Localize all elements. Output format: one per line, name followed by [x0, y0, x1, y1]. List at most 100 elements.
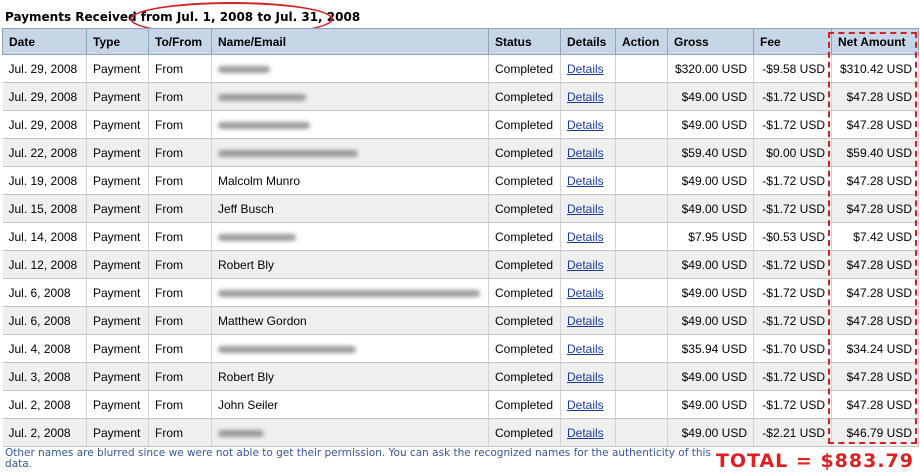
cell-gross: $35.94 USD: [667, 334, 754, 363]
cell-type: Payment: [86, 250, 149, 279]
cell-details[interactable]: Details: [560, 278, 616, 307]
cell-tofrom: From: [148, 82, 212, 111]
cell-tofrom: From: [148, 166, 212, 195]
cell-name-email: [211, 54, 489, 83]
table-row[interactable]: Jul. 19, 2008 Payment From Malcolm Munro Com…: [2, 166, 919, 195]
blurred-name: [218, 429, 264, 437]
table-row[interactable]: Jul. 2, 2008 Payment From Completed Details $…: [2, 418, 919, 447]
table-row[interactable]: Jul. 29, 2008 Payment From Completed Details…: [2, 82, 919, 111]
cell-status: Completed: [488, 138, 561, 167]
table-row[interactable]: Jul. 29, 2008 Payment From Completed Details…: [2, 110, 919, 139]
cell-type: Payment: [86, 194, 149, 223]
col-header-fee[interactable]: Fee: [753, 28, 832, 55]
cell-status: Completed: [488, 166, 561, 195]
details-link[interactable]: Details: [567, 230, 604, 244]
col-header-net-amount[interactable]: Net Amount: [831, 28, 919, 55]
cell-date: Jul. 29, 2008: [2, 54, 87, 83]
details-link[interactable]: Details: [567, 398, 604, 412]
cell-name-email: Jeff Busch: [211, 194, 489, 223]
cell-details[interactable]: Details: [560, 222, 616, 251]
cell-details[interactable]: Details: [560, 418, 616, 447]
details-link[interactable]: Details: [567, 258, 604, 272]
report-title-bar: Payments Received from Jul. 1, 2008 to J…: [0, 0, 920, 36]
cell-name-email: John Seiler: [211, 390, 489, 419]
table-row[interactable]: Jul. 6, 2008 Payment From Completed Details $…: [2, 278, 919, 307]
cell-status: Completed: [488, 306, 561, 335]
col-header-status[interactable]: Status: [488, 28, 561, 55]
table-row[interactable]: Jul. 2, 2008 Payment From John Seiler Comple…: [2, 390, 919, 419]
details-link[interactable]: Details: [567, 146, 604, 160]
cell-details[interactable]: Details: [560, 334, 616, 363]
cell-details[interactable]: Details: [560, 306, 616, 335]
date-range: Jul. 1, 2008 to Jul. 31, 2008: [176, 10, 361, 24]
cell-date: Jul. 6, 2008: [2, 278, 87, 307]
table-row[interactable]: Jul. 22, 2008 Payment From Completed Details…: [2, 138, 919, 167]
details-link[interactable]: Details: [567, 62, 604, 76]
cell-details[interactable]: Details: [560, 166, 616, 195]
cell-name-email: [211, 222, 489, 251]
details-link[interactable]: Details: [567, 202, 604, 216]
cell-status: Completed: [488, 222, 561, 251]
cell-name-email: [211, 278, 489, 307]
cell-date: Jul. 22, 2008: [2, 138, 87, 167]
cell-gross: $49.00 USD: [667, 82, 754, 111]
table-row[interactable]: Jul. 4, 2008 Payment From Completed Details $…: [2, 334, 919, 363]
cell-details[interactable]: Details: [560, 54, 616, 83]
cell-details[interactable]: Details: [560, 110, 616, 139]
cell-details[interactable]: Details: [560, 194, 616, 223]
cell-gross: $320.00 USD: [667, 54, 754, 83]
cell-tofrom: From: [148, 194, 212, 223]
table-row[interactable]: Jul. 6, 2008 Payment From Matthew Gordon Com…: [2, 306, 919, 335]
col-header-name-email[interactable]: Name/Email: [211, 28, 489, 55]
cell-tofrom: From: [148, 250, 212, 279]
cell-details[interactable]: Details: [560, 362, 616, 391]
cell-type: Payment: [86, 390, 149, 419]
details-link[interactable]: Details: [567, 286, 604, 300]
details-link[interactable]: Details: [567, 174, 604, 188]
cell-tofrom: From: [148, 362, 212, 391]
cell-type: Payment: [86, 166, 149, 195]
table-row[interactable]: Jul. 15, 2008 Payment From Jeff Busch Comple…: [2, 194, 919, 223]
cell-type: Payment: [86, 222, 149, 251]
cell-status: Completed: [488, 334, 561, 363]
cell-details[interactable]: Details: [560, 390, 616, 419]
cell-details[interactable]: Details: [560, 250, 616, 279]
cell-details[interactable]: Details: [560, 138, 616, 167]
details-link[interactable]: Details: [567, 342, 604, 356]
cell-net-amount: $7.42 USD: [831, 222, 919, 251]
details-link[interactable]: Details: [567, 370, 604, 384]
cell-fee: -$1.72 USD: [753, 390, 832, 419]
col-header-action: Action: [615, 28, 668, 55]
cell-status: Completed: [488, 82, 561, 111]
details-link[interactable]: Details: [567, 426, 604, 440]
total-amount: TOTAL = $883.79: [716, 450, 914, 472]
table-row[interactable]: Jul. 14, 2008 Payment From Completed Details…: [2, 222, 919, 251]
table-row[interactable]: Jul. 3, 2008 Payment From Robert Bly Complet…: [2, 362, 919, 391]
cell-details[interactable]: Details: [560, 82, 616, 111]
cell-name-email: Robert Bly: [211, 362, 489, 391]
cell-action: [615, 82, 668, 111]
col-header-tofrom[interactable]: To/From: [148, 28, 212, 55]
cell-action: [615, 390, 668, 419]
cell-gross: $49.00 USD: [667, 306, 754, 335]
cell-tofrom: From: [148, 54, 212, 83]
cell-action: [615, 362, 668, 391]
cell-gross: $59.40 USD: [667, 138, 754, 167]
table-row[interactable]: Jul. 12, 2008 Payment From Robert Bly Comple…: [2, 250, 919, 279]
col-header-type[interactable]: Type: [86, 28, 149, 55]
cell-status: Completed: [488, 110, 561, 139]
cell-date: Jul. 12, 2008: [2, 250, 87, 279]
details-link[interactable]: Details: [567, 90, 604, 104]
details-link[interactable]: Details: [567, 118, 604, 132]
col-header-gross[interactable]: Gross: [667, 28, 754, 55]
cell-action: [615, 250, 668, 279]
cell-net-amount: $47.28 USD: [831, 250, 919, 279]
cell-gross: $49.00 USD: [667, 110, 754, 139]
col-header-date[interactable]: Date: [2, 28, 87, 55]
cell-type: Payment: [86, 334, 149, 363]
cell-action: [615, 306, 668, 335]
table-row[interactable]: Jul. 29, 2008 Payment From Completed Details…: [2, 54, 919, 83]
cell-fee: -$1.72 USD: [753, 82, 832, 111]
cell-gross: $49.00 USD: [667, 418, 754, 447]
details-link[interactable]: Details: [567, 314, 604, 328]
